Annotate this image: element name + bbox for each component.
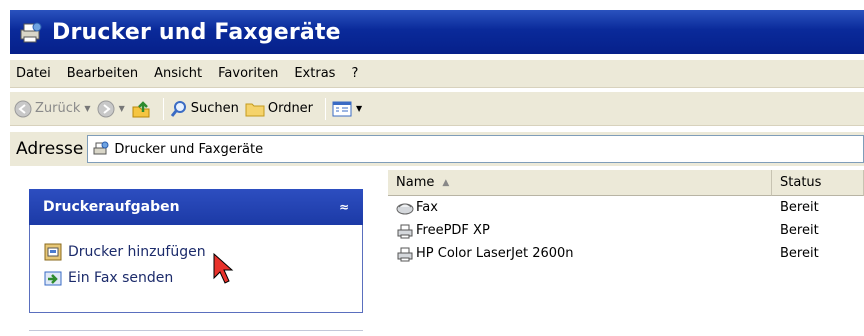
up-folder-button[interactable]: [131, 96, 151, 122]
add-printer-icon: [44, 243, 62, 261]
forward-button[interactable]: ▼: [97, 96, 125, 122]
views-button[interactable]: ▼: [332, 96, 362, 122]
list-item[interactable]: Fax Bereit: [388, 196, 864, 219]
toolbar-separator: [162, 97, 164, 120]
list-item-name: Fax: [388, 200, 772, 216]
list-item-name: FreePDF XP: [388, 223, 772, 239]
folder-icon: [245, 103, 265, 116]
printer-tasks-body: Drucker hinzufügen Ein Fax senden: [29, 225, 363, 313]
printer-fax-icon: [93, 141, 109, 155]
add-printer-label: Drucker hinzufügen: [68, 244, 206, 260]
back-label: Zurück: [35, 101, 81, 116]
list-header: Name ▲ Status: [388, 170, 864, 196]
window-title: Drucker und Faxgeräte: [52, 19, 341, 45]
address-label: Adresse: [16, 139, 84, 159]
search-button[interactable]: Suchen: [170, 96, 239, 122]
list-item[interactable]: FreePDF XP Bereit: [388, 219, 864, 242]
menu-bar: Datei Bearbeiten Ansicht Favoriten Extra…: [10, 60, 864, 88]
back-button[interactable]: Zurück ▼: [14, 96, 91, 122]
collapse-chevron-icon[interactable]: ≈: [339, 200, 349, 214]
printer-icon: [397, 247, 413, 261]
search-icon: [170, 100, 186, 117]
menu-favoriten[interactable]: Favoriten: [218, 66, 278, 81]
list-item-name: HP Color LaserJet 2600n: [388, 246, 772, 262]
task-pane: Druckeraufgaben ≈ Drucker hinzufügen Ein…: [10, 170, 388, 336]
column-header-name[interactable]: Name ▲: [388, 170, 772, 196]
column-header-status[interactable]: Status: [772, 170, 864, 196]
list-item[interactable]: HP Color LaserJet 2600n Bereit: [388, 242, 864, 265]
fax-icon: [396, 203, 414, 214]
column-name-label: Name: [396, 175, 435, 190]
toolbar-separator: [325, 97, 327, 120]
folders-button[interactable]: Ordner: [245, 96, 313, 122]
back-dropdown-icon[interactable]: ▼: [84, 104, 90, 113]
printer-tasks-title: Druckeraufgaben: [43, 199, 180, 215]
printer-list: Name ▲ Status Fax Bereit FreePDF XP Bere…: [388, 170, 864, 336]
list-item-status: Bereit: [780, 200, 819, 215]
title-bar: Drucker und Faxgeräte: [10, 10, 864, 54]
printer-fax-icon: [20, 22, 42, 43]
list-item-status: Bereit: [780, 223, 819, 238]
mouse-cursor-icon: [213, 252, 234, 284]
menu-bearbeiten[interactable]: Bearbeiten: [67, 66, 138, 81]
address-input[interactable]: Drucker und Faxgeräte: [87, 135, 864, 163]
menu-help[interactable]: ?: [351, 66, 358, 81]
forward-dropdown-icon[interactable]: ▼: [119, 104, 125, 113]
menu-extras[interactable]: Extras: [294, 66, 335, 81]
back-arrow-icon: [14, 100, 32, 117]
menu-datei[interactable]: Datei: [16, 66, 51, 81]
toolbar: Zurück ▼ ▼ Suchen Ordner ▼: [10, 92, 864, 126]
send-fax-label: Ein Fax senden: [68, 270, 174, 286]
views-icon: [332, 101, 352, 116]
add-printer-link[interactable]: Drucker hinzufügen: [44, 239, 362, 265]
address-value: Drucker und Faxgeräte: [114, 141, 264, 157]
menu-ansicht[interactable]: Ansicht: [154, 66, 202, 81]
search-label: Suchen: [190, 101, 239, 116]
folders-label: Ordner: [267, 101, 314, 116]
send-fax-icon: [44, 271, 62, 286]
column-status-label: Status: [780, 175, 822, 190]
up-folder-icon: [132, 100, 150, 117]
list-item-status: Bereit: [780, 246, 819, 261]
send-fax-link[interactable]: Ein Fax senden: [44, 265, 362, 291]
sort-ascending-icon: ▲: [442, 177, 450, 188]
forward-arrow-icon: [97, 100, 115, 117]
address-bar: Adresse Drucker und Faxgeräte: [10, 132, 864, 166]
printer-tasks-header[interactable]: Druckeraufgaben ≈: [29, 189, 363, 225]
next-task-panel-edge: [29, 330, 363, 336]
views-dropdown-icon[interactable]: ▼: [356, 104, 362, 113]
printer-icon: [397, 224, 413, 238]
printer-tasks-panel: Druckeraufgaben ≈ Drucker hinzufügen Ein…: [29, 189, 363, 313]
